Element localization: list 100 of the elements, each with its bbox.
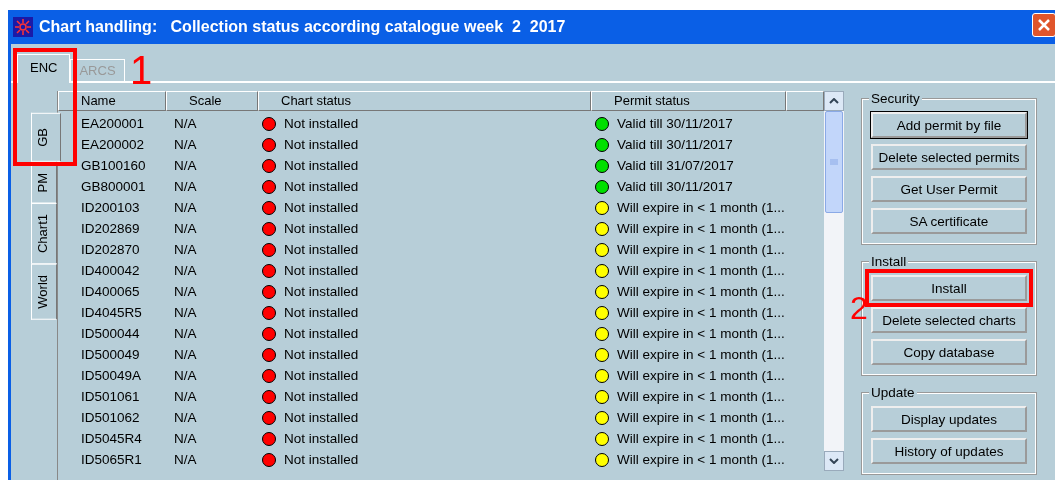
- chart-name: ID5045R4: [80, 431, 143, 446]
- header-filler: [786, 91, 824, 111]
- permit-status: Will expire in < 1 month (1...: [617, 431, 785, 446]
- scale-cell-text: N/A: [173, 368, 198, 383]
- chart-status: Not installed: [284, 389, 359, 404]
- chart-status: Not installed: [284, 326, 359, 341]
- chart-status: Not installed: [284, 263, 359, 278]
- chart-name: ID5065R1: [80, 452, 143, 467]
- action-button[interactable]: SA certificate: [871, 208, 1027, 234]
- chart-status: Not installed: [284, 137, 359, 152]
- chart-name: ID500049: [80, 347, 141, 362]
- chart-name: ID4045R5: [80, 305, 143, 320]
- group-title: Update: [869, 385, 917, 400]
- scale-cell-text: N/A: [173, 305, 198, 320]
- scale-cell-text: N/A: [173, 263, 198, 278]
- scale-cell-text: N/A: [173, 452, 198, 467]
- permit-status: Will expire in < 1 month (1...: [617, 263, 785, 278]
- permit-status: Will expire in < 1 month (1...: [617, 284, 785, 299]
- chart-status: Not installed: [284, 431, 359, 446]
- scale-cell-text: N/A: [173, 116, 198, 131]
- action-button[interactable]: Delete selected charts: [871, 307, 1027, 333]
- chart-status: Not installed: [284, 452, 359, 467]
- permit-status: Will expire in < 1 month (1...: [617, 326, 785, 341]
- chart-name: EA200002: [80, 137, 146, 152]
- action-button[interactable]: Display updates: [871, 406, 1027, 432]
- scrollbar[interactable]: [824, 111, 844, 471]
- action-button[interactable]: Copy database: [871, 339, 1027, 365]
- chart-status: Not installed: [284, 116, 359, 131]
- chart-name: ID200103: [80, 200, 141, 215]
- scale-cell-text: N/A: [173, 242, 198, 257]
- permit-status: Will expire in < 1 month (1...: [617, 347, 785, 362]
- chart-status: Not installed: [284, 410, 359, 425]
- side-tab[interactable]: GB: [31, 113, 61, 162]
- permit-status: Will expire in < 1 month (1...: [617, 452, 785, 467]
- scale-cell-text: N/A: [173, 221, 198, 236]
- scroll-up-button[interactable]: [824, 91, 844, 111]
- scale-cell-text: N/A: [173, 137, 198, 152]
- permit-status: Will expire in < 1 month (1...: [617, 410, 785, 425]
- column-header[interactable]: Scale: [166, 91, 258, 111]
- scale-cell-text: N/A: [173, 179, 198, 194]
- scale-cell-text: N/A: [173, 200, 198, 215]
- group-title: Security: [869, 91, 922, 106]
- scale-cell-text: N/A: [173, 431, 198, 446]
- tab[interactable]: ENC: [17, 54, 71, 83]
- step-number: 2: [850, 292, 868, 324]
- chart-name: GB100160: [80, 158, 147, 173]
- chart-name: ID50049A: [80, 368, 143, 383]
- chart-name: ID501062: [80, 410, 141, 425]
- side-tab[interactable]: World: [31, 264, 57, 321]
- permit-status: Will expire in < 1 month (1...: [617, 368, 785, 383]
- chart-name: ID400065: [80, 284, 141, 299]
- chart-status: Not installed: [284, 284, 359, 299]
- column-header[interactable]: Chart status: [258, 91, 591, 111]
- scale-cell-text: N/A: [173, 158, 198, 173]
- chart-name: ID501061: [80, 389, 141, 404]
- action-button[interactable]: Install: [871, 275, 1027, 301]
- chart-name: ID202869: [80, 221, 141, 236]
- caret-up-icon[interactable]: [829, 98, 839, 104]
- chart-status: Not installed: [284, 242, 359, 257]
- caret-down-icon[interactable]: [829, 458, 839, 464]
- scroll-thumb[interactable]: [825, 111, 843, 213]
- column-header[interactable]: Permit status: [591, 91, 786, 111]
- group-title: Install: [869, 254, 909, 269]
- permit-status: Valid till 30/11/2017: [617, 116, 733, 131]
- close-icon[interactable]: [1032, 13, 1055, 37]
- chart-status: Not installed: [284, 200, 359, 215]
- scale-cell-text: N/A: [173, 410, 198, 425]
- chart-status: Not installed: [284, 347, 359, 362]
- side-tab[interactable]: Chart1: [31, 203, 57, 265]
- chart-status: Not installed: [284, 158, 359, 173]
- permit-status: Valid till 30/11/2017: [617, 137, 733, 152]
- permit-status: Will expire in < 1 month (1...: [617, 242, 785, 257]
- chart-name: ID500044: [80, 326, 141, 341]
- chart-name: ID202870: [80, 242, 141, 257]
- chart-name: EA200001: [80, 116, 146, 131]
- permit-status: Will expire in < 1 month (1...: [617, 305, 785, 320]
- permit-status: Will expire in < 1 month (1...: [617, 200, 785, 215]
- permit-status: Valid till 31/07/2017: [617, 158, 734, 173]
- column-header[interactable]: Name: [58, 91, 166, 111]
- chart-status: Not installed: [284, 221, 359, 236]
- scale-cell-text: N/A: [173, 284, 198, 299]
- sun-icon: [13, 17, 33, 37]
- permit-status: Will expire in < 1 month (1...: [617, 221, 785, 236]
- chart-status: Not installed: [284, 305, 359, 320]
- chart-name: GB800001: [80, 179, 147, 194]
- action-button[interactable]: Add permit by file: [871, 112, 1027, 138]
- scroll-down-button[interactable]: [824, 451, 844, 471]
- action-button[interactable]: Delete selected permits: [871, 144, 1027, 170]
- scale-cell-text: N/A: [173, 389, 198, 404]
- scale-cell-text: N/A: [173, 347, 198, 362]
- permit-status: Will expire in < 1 month (1...: [617, 389, 785, 404]
- window-title: Chart handling: Collection status according catalogue week 2 2017: [39, 18, 566, 36]
- scale-cell-text: N/A: [173, 326, 198, 341]
- action-button[interactable]: History of updates: [871, 438, 1027, 464]
- chart-name: ID400042: [80, 263, 141, 278]
- chart-status: Not installed: [284, 179, 359, 194]
- step-number: 1: [130, 50, 153, 90]
- permit-status: Valid till 30/11/2017: [617, 179, 733, 194]
- action-button[interactable]: Get User Permit: [871, 176, 1027, 202]
- chart-status: Not installed: [284, 368, 359, 383]
